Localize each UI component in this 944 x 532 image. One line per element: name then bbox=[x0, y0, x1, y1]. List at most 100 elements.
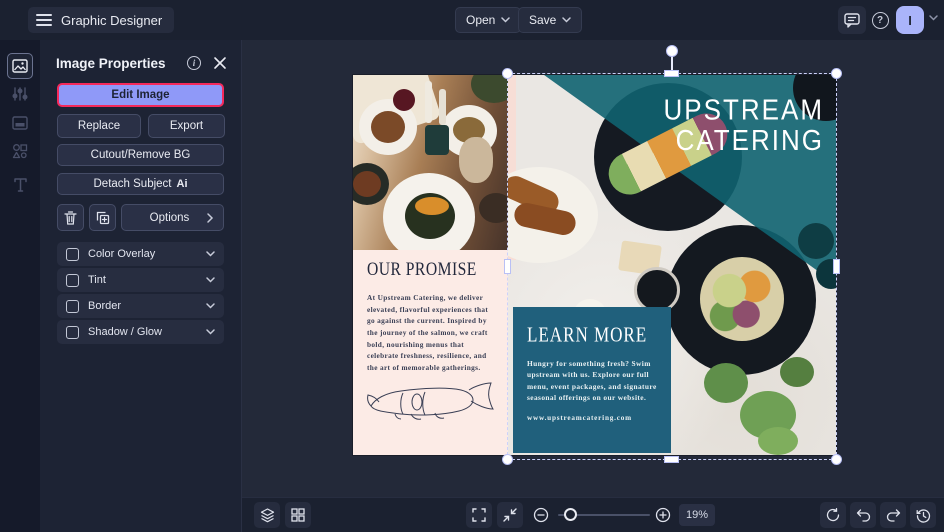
trash-icon bbox=[64, 210, 77, 225]
handle-left-center[interactable] bbox=[504, 258, 511, 274]
chevron-down-icon[interactable] bbox=[206, 329, 215, 335]
top-bar: Graphic Designer Open Save ? I bbox=[0, 0, 944, 40]
toggle-row-border[interactable]: Border bbox=[57, 294, 224, 318]
flyer-artboard[interactable]: OUR PROMISE At Upstream Catering, we del… bbox=[353, 75, 836, 455]
sidebar-item-text[interactable] bbox=[7, 171, 33, 197]
zoom-in-icon bbox=[655, 507, 671, 523]
handle-top-left[interactable] bbox=[502, 68, 513, 79]
brand-line-1: UPSTREAM bbox=[663, 92, 824, 127]
toggle-row-tint[interactable]: Tint bbox=[57, 268, 224, 292]
redo-button[interactable] bbox=[880, 502, 906, 528]
open-button[interactable]: Open bbox=[455, 7, 522, 33]
tint-checkbox[interactable] bbox=[66, 273, 79, 287]
zoom-out-button[interactable] bbox=[528, 502, 554, 528]
detach-subject-button[interactable]: Detach Subject Ai bbox=[57, 173, 224, 195]
hamburger-icon[interactable] bbox=[36, 14, 52, 26]
flyer-left-page[interactable]: OUR PROMISE At Upstream Catering, we del… bbox=[353, 75, 508, 455]
graphic-designer-app: Graphic Designer Open Save ? I Image Pro… bbox=[0, 0, 944, 532]
sidebar-item-adjustments[interactable] bbox=[7, 81, 33, 107]
handle-top-center[interactable] bbox=[664, 70, 679, 77]
fullscreen-icon bbox=[472, 508, 486, 522]
chevron-right-icon bbox=[207, 212, 214, 223]
sidebar-item-shapes[interactable] bbox=[7, 138, 33, 164]
close-icon bbox=[214, 57, 226, 69]
panel-title: Image Properties bbox=[56, 55, 166, 71]
history-button[interactable] bbox=[910, 502, 936, 528]
template-grid-button[interactable] bbox=[285, 502, 311, 528]
shadow-glow-checkbox[interactable] bbox=[66, 325, 79, 339]
sidebar-item-layout[interactable] bbox=[7, 110, 33, 136]
table-photo bbox=[353, 75, 508, 250]
handle-bottom-center[interactable] bbox=[664, 456, 679, 463]
edit-image-button[interactable]: Edit Image bbox=[57, 83, 224, 107]
app-title: Graphic Designer bbox=[61, 12, 163, 28]
edit-image-label: Edit Image bbox=[111, 89, 170, 101]
save-button-label: Save bbox=[529, 13, 557, 27]
promise-block[interactable]: OUR PROMISE At Upstream Catering, we del… bbox=[367, 258, 495, 374]
app-menu[interactable]: Graphic Designer bbox=[28, 7, 175, 33]
panel-header: Image Properties i bbox=[56, 54, 229, 72]
handle-top-right[interactable] bbox=[831, 68, 842, 79]
sidebar-item-image[interactable] bbox=[7, 53, 33, 79]
toggle-row-color-overlay[interactable]: Color Overlay bbox=[57, 242, 224, 266]
handle-bottom-left[interactable] bbox=[502, 454, 513, 465]
chevron-down-icon[interactable] bbox=[206, 277, 215, 283]
chevron-down-icon bbox=[562, 17, 572, 23]
border-label: Border bbox=[88, 300, 122, 312]
zoom-slider-knob[interactable] bbox=[564, 508, 577, 521]
feedback-button[interactable] bbox=[838, 6, 866, 34]
layers-icon bbox=[260, 507, 274, 522]
fullscreen-button[interactable] bbox=[466, 502, 492, 528]
reset-button[interactable] bbox=[820, 502, 846, 528]
toggle-row-shadow-glow[interactable]: Shadow / Glow bbox=[57, 320, 224, 344]
cutout-remove-bg-button[interactable]: Cutout/Remove BG bbox=[57, 144, 224, 166]
image-properties-panel: Image Properties i Edit Image Replace Ex… bbox=[40, 40, 242, 532]
tool-rail bbox=[0, 40, 40, 532]
brand-title[interactable]: UPSTREAM CATERING bbox=[663, 92, 824, 156]
zoom-out-icon bbox=[533, 507, 549, 523]
handle-right-center[interactable] bbox=[833, 258, 840, 274]
color-overlay-checkbox[interactable] bbox=[66, 247, 79, 261]
zoom-level-value[interactable]: 19% bbox=[679, 504, 715, 526]
panel-close-button[interactable] bbox=[211, 54, 229, 72]
save-button[interactable]: Save bbox=[518, 7, 583, 33]
help-button[interactable]: ? bbox=[866, 6, 894, 34]
design-canvas[interactable]: OUR PROMISE At Upstream Catering, we del… bbox=[242, 40, 944, 497]
account-chevron-down-icon[interactable] bbox=[929, 15, 938, 21]
fit-to-screen-button[interactable] bbox=[497, 502, 523, 528]
chevron-down-icon bbox=[501, 17, 511, 23]
sliders-icon bbox=[12, 87, 28, 101]
replace-button[interactable]: Replace bbox=[57, 114, 141, 138]
export-button[interactable]: Export bbox=[148, 114, 225, 138]
help-icon: ? bbox=[871, 11, 889, 29]
layers-button[interactable] bbox=[254, 502, 280, 528]
tint-label: Tint bbox=[88, 274, 106, 286]
rotate-handle[interactable] bbox=[666, 45, 678, 57]
cutout-label: Cutout/Remove BG bbox=[90, 149, 191, 161]
panel-info-button[interactable]: i bbox=[185, 54, 203, 72]
border-checkbox[interactable] bbox=[66, 299, 79, 313]
learn-more-body: Hungry for something fresh? Swim upstrea… bbox=[527, 359, 657, 403]
replace-label: Replace bbox=[77, 120, 121, 132]
chevron-down-icon[interactable] bbox=[206, 303, 215, 309]
text-icon bbox=[13, 177, 27, 192]
export-label: Export bbox=[169, 120, 204, 132]
avatar[interactable]: I bbox=[896, 6, 924, 34]
info-icon: i bbox=[187, 56, 201, 70]
zoom-in-button[interactable] bbox=[650, 502, 676, 528]
delete-button[interactable] bbox=[57, 204, 84, 231]
flyer-right-page[interactable]: UPSTREAM CATERING LEARN MORE Hungry for … bbox=[508, 75, 836, 455]
image-icon bbox=[12, 59, 28, 73]
fish-line-art bbox=[367, 382, 494, 420]
learn-more-block[interactable]: LEARN MORE Hungry for something fresh? S… bbox=[513, 307, 671, 453]
undo-icon bbox=[856, 509, 870, 522]
options-button[interactable]: Options bbox=[121, 204, 224, 231]
avatar-initial: I bbox=[908, 12, 912, 28]
redo-icon bbox=[886, 509, 900, 522]
grid-icon bbox=[291, 508, 305, 522]
handle-bottom-right[interactable] bbox=[831, 454, 842, 465]
bottom-toolbar: 19% bbox=[242, 497, 944, 532]
duplicate-button[interactable] bbox=[89, 204, 116, 231]
undo-button[interactable] bbox=[850, 502, 876, 528]
chevron-down-icon[interactable] bbox=[206, 251, 215, 257]
